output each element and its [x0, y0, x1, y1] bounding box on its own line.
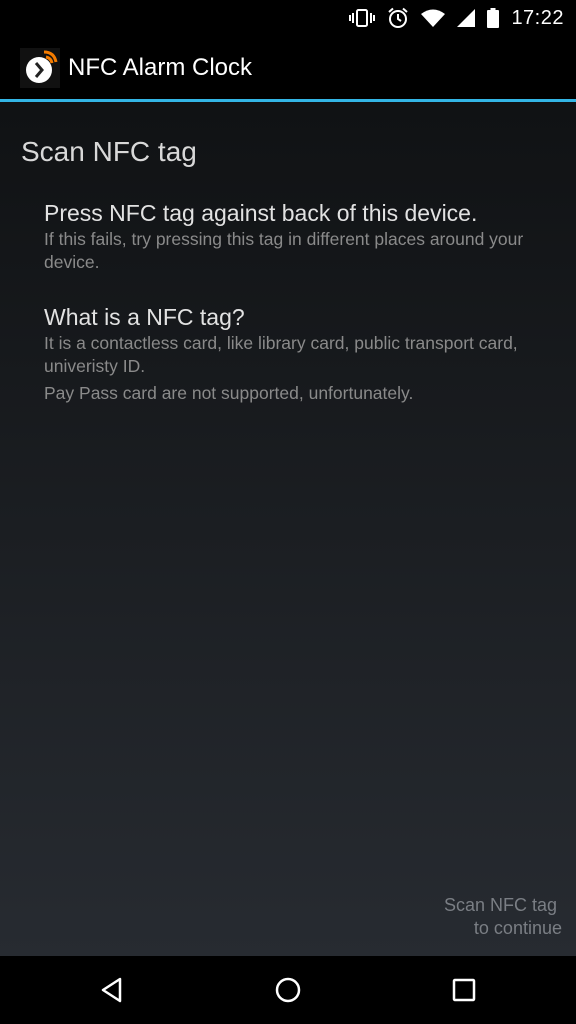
- wifi-icon: [421, 9, 446, 27]
- screen: 17:22 NFC Alarm Clock Scan NFC tag Press…: [0, 0, 576, 1024]
- status-time: 17:22: [511, 6, 564, 29]
- info-note: Pay Pass card are not supported, unfortu…: [44, 383, 414, 403]
- recents-button[interactable]: [440, 966, 488, 1014]
- home-button[interactable]: [264, 966, 312, 1014]
- scan-hint-line2: to continue: [473, 918, 562, 938]
- instruction-title: Press NFC tag against back of this devic…: [44, 200, 478, 226]
- main-content: Scan NFC tag Press NFC tag against back …: [0, 102, 576, 956]
- instruction-text: If this fails, try pressing this tag in …: [44, 229, 524, 272]
- scan-hint: Scan NFC tag to continue: [444, 894, 562, 940]
- vibrate-icon: [349, 8, 376, 28]
- info-title: What is a NFC tag?: [44, 304, 245, 330]
- back-icon: [101, 977, 122, 1003]
- app-title: NFC Alarm Clock: [68, 54, 253, 81]
- home-icon: [275, 977, 301, 1003]
- battery-icon: [487, 8, 500, 28]
- signal-icon: [457, 9, 476, 27]
- nav-bar: [0, 956, 576, 1024]
- instruction-item: Press NFC tag against back of this devic…: [44, 198, 554, 274]
- back-button[interactable]: [88, 966, 136, 1014]
- scan-hint-line1: Scan NFC tag: [443, 895, 557, 915]
- alarm-icon: [387, 7, 409, 29]
- recents-icon: [452, 978, 476, 1002]
- action-bar: NFC Alarm Clock: [0, 36, 576, 100]
- info-text: It is a contactless card, like library c…: [44, 333, 518, 376]
- status-bar: 17:22: [0, 0, 576, 36]
- alarm-clock-app-icon[interactable]: [20, 48, 60, 88]
- info-item: What is a NFC tag? It is a contactless c…: [44, 302, 554, 405]
- page-title: Scan NFC tag: [21, 136, 197, 167]
